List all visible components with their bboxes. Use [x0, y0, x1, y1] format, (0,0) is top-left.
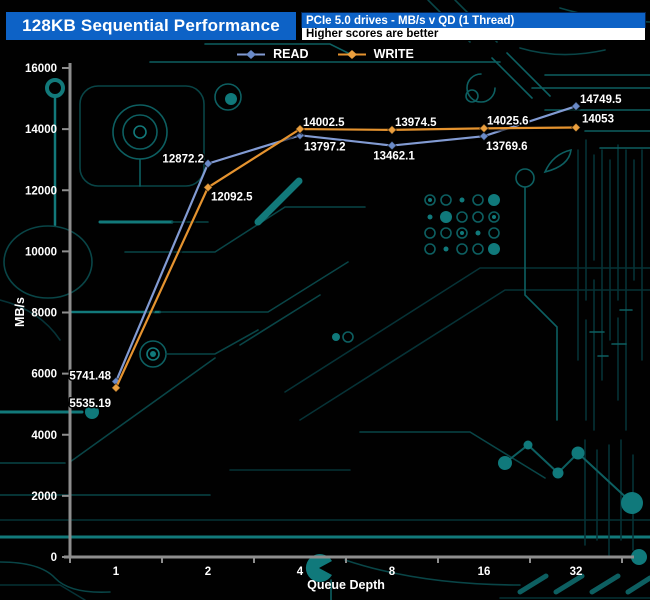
x-tick-label: 16 — [478, 566, 491, 578]
y-tick-label: 10000 — [25, 246, 57, 258]
read-point-label: 13769.6 — [486, 141, 528, 153]
read-legend-marker-icon — [237, 49, 266, 59]
read-point-label: 13462.1 — [373, 151, 415, 163]
chart-subtitle: PCIe 5.0 drives - MB/s v QD (1 Thread) — [301, 12, 646, 28]
y-tick-label: 0 — [51, 552, 57, 564]
y-tick-label: 8000 — [31, 308, 57, 320]
legend-label-read: READ — [273, 47, 309, 61]
write-line — [115, 126, 577, 389]
chart-subtitle-box: PCIe 5.0 drives - MB/s v QD (1 Thread) H… — [301, 12, 646, 41]
x-tick-label: 1 — [113, 566, 120, 578]
read-series: 5741.48 12872.2 13797.2 13462.1 13769.6 14749… — [68, 93, 624, 388]
chart-title: 128KB Sequential Performance — [6, 12, 296, 40]
x-tick-label: 4 — [297, 566, 304, 578]
y-tick-label: 2000 — [31, 491, 57, 503]
x-axis-title: Queue Depth — [307, 578, 385, 592]
legend: READ WRITE — [0, 47, 650, 61]
y-tick-label: 4000 — [31, 430, 57, 442]
write-point-label: 14002.5 — [303, 117, 345, 129]
read-point-label: 12872.2 — [162, 154, 204, 166]
y-tick-label: 12000 — [25, 185, 57, 197]
write-point-label: 14053 — [582, 114, 614, 126]
write-legend-marker-icon — [337, 49, 366, 59]
y-axis-title: MB/s — [13, 297, 27, 327]
x-tick-label: 2 — [205, 566, 211, 578]
write-point-label: 5535.19 — [69, 398, 111, 410]
x-tick-label: 32 — [570, 566, 583, 578]
write-point-label: 13974.5 — [395, 117, 437, 129]
y-tick-label: 14000 — [25, 124, 57, 136]
legend-item-write: WRITE — [337, 47, 414, 61]
write-series: 5535.19 12092.5 14002.5 13974.5 14025.6 14053 — [68, 112, 616, 411]
chart-note: Higher scores are better — [301, 28, 646, 41]
legend-item-read: READ — [236, 47, 309, 61]
performance-line-chart: 0 2000 4000 6000 8000 10000 12000 14000 16000 1 2 4… — [13, 63, 634, 592]
chart-screenshot: 0 2000 4000 6000 8000 10000 12000 14000 16000 1 2 4… — [0, 0, 650, 600]
read-point-label: 13797.2 — [304, 141, 346, 153]
x-tick-label: 8 — [389, 566, 396, 578]
read-point-label: 14749.5 — [580, 94, 622, 106]
y-tick-label: 6000 — [31, 369, 57, 381]
write-point-label: 12092.5 — [211, 191, 253, 203]
legend-label-write: WRITE — [373, 47, 414, 61]
y-tick-label: 16000 — [25, 63, 57, 75]
write-point-label: 14025.6 — [487, 115, 529, 127]
read-point-label: 5741.48 — [69, 371, 111, 383]
